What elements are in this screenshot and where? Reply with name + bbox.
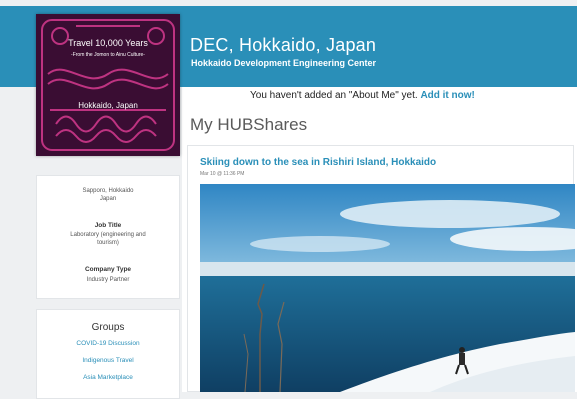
- job-title-line1: Laboratory (engineering and: [70, 232, 146, 238]
- about-me-notice: You haven't added an "About Me" yet. Add…: [250, 90, 475, 101]
- post-title-link[interactable]: Skiing down to the sea in Rishiri Island…: [200, 157, 436, 168]
- profile-cover-image: Travel 10,000 Years -From the Jomon to A…: [36, 14, 180, 156]
- company-type-value: Industry Partner: [86, 277, 130, 283]
- ainu-pattern-icon: [41, 19, 175, 151]
- about-me-message: You haven't added an "About Me" yet.: [250, 90, 418, 101]
- profile-info-card: Sapporo, Hokkaido Japan Job Title Labora…: [36, 175, 180, 299]
- group-link-covid[interactable]: COVID-19 Discussion: [37, 340, 179, 347]
- location-line1: Sapporo, Hokkaido: [82, 188, 134, 194]
- add-about-me-link[interactable]: Add it now!: [420, 90, 474, 101]
- cover-location: Hokkaido, Japan: [78, 101, 138, 110]
- cover-subtitle: -From the Jomon to Ainu Culture-: [71, 52, 145, 58]
- cover-title: Travel 10,000 Years: [68, 38, 148, 48]
- post-image[interactable]: [200, 184, 575, 392]
- ski-sea-photo: [200, 184, 575, 392]
- company-type-label: Company Type: [84, 266, 132, 273]
- location-line2: Japan: [99, 196, 117, 202]
- post-date: Mar 10 @ 11:36 PM: [200, 171, 245, 177]
- job-title-value: Laboratory (engineering and tourism): [37, 231, 179, 247]
- page-subtitle: Hokkaido Development Engineering Center: [191, 58, 377, 68]
- groups-card: Groups COVID-19 Discussion Indigenous Tr…: [36, 309, 180, 399]
- groups-title: Groups: [91, 322, 125, 333]
- job-title-line2: tourism): [97, 240, 119, 246]
- group-link-indigenous-travel[interactable]: Indigenous Travel: [37, 357, 179, 364]
- job-title-label: Job Title: [94, 222, 122, 229]
- page-title: DEC, Hokkaido, Japan: [190, 35, 377, 55]
- group-link-asia-marketplace[interactable]: Asia Marketplace: [37, 374, 179, 381]
- location-text: Sapporo, Hokkaido Japan: [37, 187, 179, 203]
- hubshares-title: My HUBShares: [190, 115, 308, 134]
